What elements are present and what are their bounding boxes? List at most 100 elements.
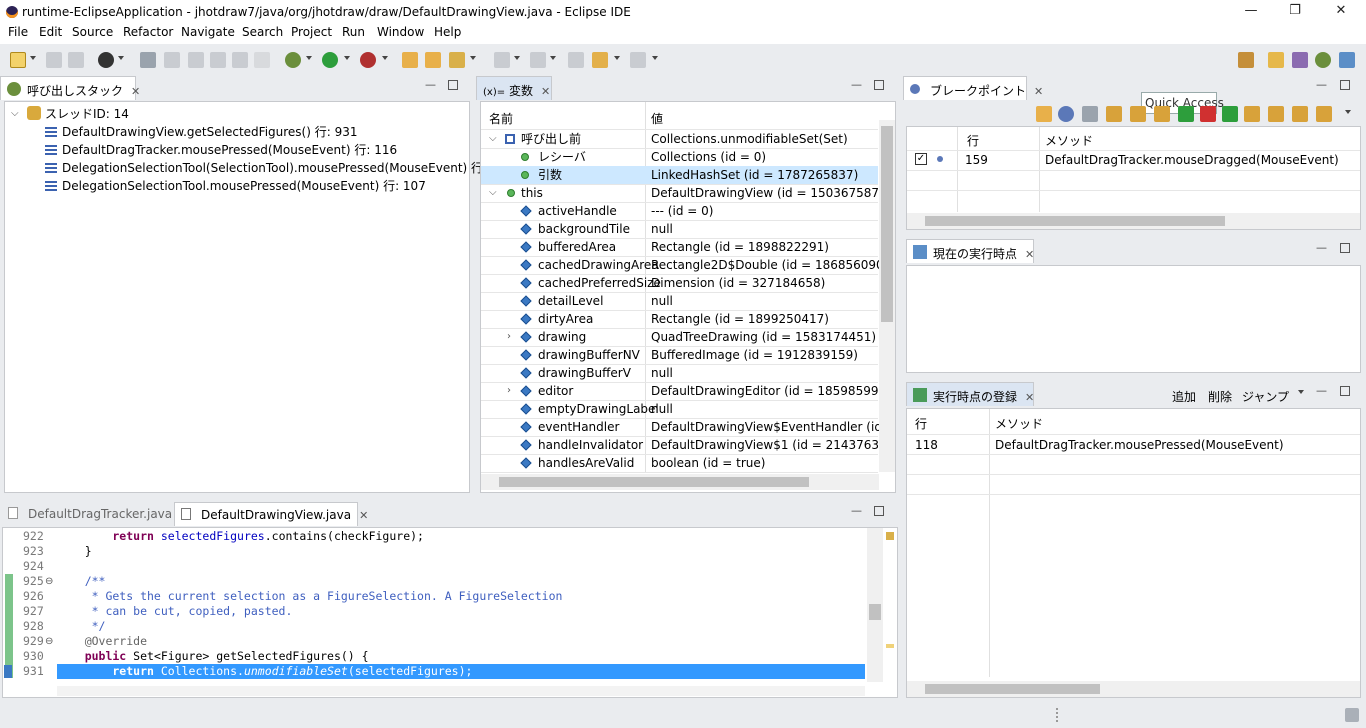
- variable-name[interactable]: emptyDrawingLabel: [538, 400, 659, 418]
- variable-name[interactable]: レシーバ: [538, 148, 586, 166]
- chevron-down-icon[interactable]: [514, 56, 520, 60]
- back-icon[interactable]: [592, 52, 608, 68]
- variable-name[interactable]: activeHandle: [538, 202, 617, 220]
- scrollbar-thumb[interactable]: [499, 477, 809, 487]
- layout-perspective-icon[interactable]: [1339, 52, 1355, 68]
- variable-value[interactable]: --- (id = 0): [651, 202, 713, 220]
- close-button[interactable]: ✕: [1318, 0, 1364, 24]
- code-editor[interactable]: 922 923 924 925 926 927 928 929 930 931 …: [2, 527, 898, 698]
- variable-value[interactable]: DefaultDrawingEditor (id = 1859859960): [651, 382, 895, 400]
- user-icon[interactable]: [98, 52, 114, 68]
- scrollbar-thumb[interactable]: [925, 216, 1225, 226]
- run-icon[interactable]: [322, 52, 338, 68]
- variable-value[interactable]: null: [651, 292, 673, 310]
- column-header-method[interactable]: メソッド: [1045, 132, 1093, 149]
- paragraph-icon[interactable]: [254, 52, 270, 68]
- tab-variables[interactable]: (x)= 変数 ✕: [476, 76, 552, 100]
- step-filter-icon[interactable]: [1268, 106, 1284, 122]
- new-icon[interactable]: [10, 52, 26, 68]
- chevron-down-icon[interactable]: [30, 56, 36, 60]
- variable-name[interactable]: cachedPreferredSize: [538, 274, 661, 292]
- variable-name[interactable]: editor: [538, 382, 573, 400]
- variable-name[interactable]: drawingBufferNV: [538, 346, 640, 364]
- column-header-line[interactable]: 行: [967, 132, 979, 149]
- delete-button[interactable]: 削除: [1208, 388, 1232, 405]
- menu-help[interactable]: Help: [434, 25, 461, 39]
- variable-value[interactable]: Rectangle2D$Double (id = 1868560903): [651, 256, 895, 274]
- chevron-down-icon[interactable]: [382, 56, 388, 60]
- debug-icon[interactable]: [285, 52, 301, 68]
- step-return-icon[interactable]: [1154, 106, 1170, 122]
- stack-frame[interactable]: DefaultDragTracker.mousePressed(MouseEve…: [62, 141, 397, 159]
- variable-name[interactable]: drawing: [538, 328, 586, 346]
- menu-navigate[interactable]: Navigate: [181, 25, 235, 39]
- skip-breakpoints-icon[interactable]: [140, 52, 156, 68]
- variable-value[interactable]: Rectangle (id = 1899250417): [651, 310, 829, 328]
- variable-value[interactable]: DefaultDrawingView$1 (id = 2143763430): [651, 436, 895, 454]
- step-icon[interactable]: [188, 52, 204, 68]
- save-all-icon[interactable]: [68, 52, 84, 68]
- tab-defaultdragtracker[interactable]: DefaultDragTracker.java: [2, 502, 172, 526]
- tab-current-point[interactable]: 現在の実行時点 ✕: [906, 239, 1034, 263]
- minimize-button[interactable]: —: [1228, 0, 1274, 24]
- last-edit-icon[interactable]: [568, 52, 584, 68]
- close-icon[interactable]: ✕: [1034, 85, 1043, 98]
- variable-name[interactable]: eventHandler: [538, 418, 619, 436]
- variable-value[interactable]: Dimension (id = 327184658): [651, 274, 825, 292]
- chevron-down-icon[interactable]: [306, 56, 312, 60]
- step-icon[interactable]: [1244, 106, 1260, 122]
- close-icon[interactable]: ✕: [1025, 248, 1034, 261]
- breakpoint-line[interactable]: 159: [965, 151, 988, 169]
- remove-icon[interactable]: [1058, 106, 1074, 122]
- variable-value[interactable]: DefaultDrawingView$EventHandler (id = 50: [651, 418, 895, 436]
- tab-call-stack[interactable]: 呼び出しスタック ✕: [0, 76, 140, 100]
- terminate-icon[interactable]: [232, 52, 248, 68]
- maximize-view-icon[interactable]: [874, 80, 884, 90]
- menu-run[interactable]: Run: [342, 25, 365, 39]
- menu-file[interactable]: File: [8, 25, 28, 39]
- stack-frame[interactable]: DelegationSelectionTool.mousePressed(Mou…: [62, 177, 426, 195]
- column-header-line[interactable]: 行: [915, 415, 927, 432]
- fold-icon[interactable]: ⊖: [45, 636, 53, 647]
- close-icon[interactable]: ✕: [131, 85, 140, 98]
- jump-button[interactable]: ジャンプ: [1242, 388, 1289, 405]
- tab-breakpoints[interactable]: ブレークポイント ✕: [903, 76, 1043, 100]
- minimize-view-icon[interactable]: —: [851, 78, 862, 91]
- tab-registered-points[interactable]: 実行時点の登録 ✕: [906, 382, 1034, 406]
- variable-value[interactable]: boolean (id = true): [651, 454, 765, 472]
- menu-source[interactable]: Source: [72, 25, 113, 39]
- resume-icon[interactable]: [1222, 106, 1238, 122]
- variable-value[interactable]: LinkedHashSet (id = 1787265837): [651, 166, 858, 184]
- next-annotation-icon[interactable]: [494, 52, 510, 68]
- java-ee-perspective-icon[interactable]: [1292, 52, 1308, 68]
- variable-value[interactable]: Rectangle (id = 1898822291): [651, 238, 829, 256]
- minimize-view-icon[interactable]: —: [425, 78, 436, 91]
- horizontal-scrollbar[interactable]: [907, 681, 1360, 697]
- chevron-down-icon[interactable]: [614, 56, 620, 60]
- save-icon[interactable]: [46, 52, 62, 68]
- stack-frame[interactable]: DefaultDrawingView.getSelectedFigures() …: [62, 123, 358, 141]
- scrollbar-thumb[interactable]: [925, 684, 1100, 694]
- column-header-value[interactable]: 値: [651, 110, 663, 127]
- forward-icon[interactable]: [630, 52, 646, 68]
- drop-icon[interactable]: [1292, 106, 1308, 122]
- stop-icon[interactable]: [1200, 106, 1216, 122]
- search-tool-icon[interactable]: [449, 52, 465, 68]
- open-icon[interactable]: [1036, 106, 1052, 122]
- variable-value[interactable]: DefaultDrawingView (id = 150367587): [651, 184, 884, 202]
- registered-method[interactable]: DefaultDragTracker.mousePressed(MouseEve…: [995, 436, 1284, 454]
- variable-name[interactable]: dirtyArea: [538, 310, 593, 328]
- column-header-name[interactable]: 名前: [489, 110, 513, 127]
- maximize-button[interactable]: ❐: [1272, 0, 1318, 24]
- menu-window[interactable]: Window: [377, 25, 424, 39]
- maximize-view-icon[interactable]: [448, 80, 458, 90]
- maximize-view-icon[interactable]: [1340, 386, 1350, 396]
- menu-search[interactable]: Search: [242, 25, 283, 39]
- variable-name[interactable]: 引数: [538, 166, 562, 184]
- menu-edit[interactable]: Edit: [39, 25, 62, 39]
- fold-icon[interactable]: ⊖: [45, 576, 53, 587]
- thread-label[interactable]: スレッドID: 14: [45, 105, 129, 123]
- variable-name[interactable]: 呼び出し前: [521, 130, 581, 148]
- maximize-view-icon[interactable]: [1340, 80, 1350, 90]
- minimize-view-icon[interactable]: —: [1316, 78, 1327, 91]
